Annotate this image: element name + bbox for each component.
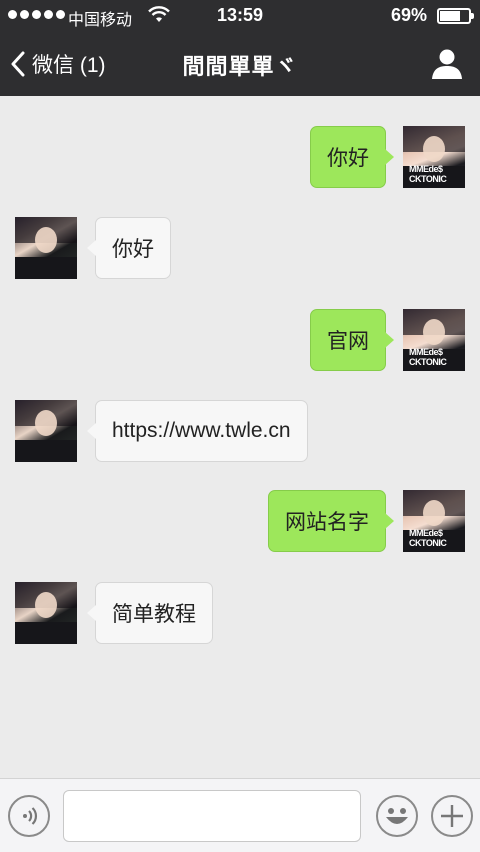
contact-avatar[interactable] xyxy=(15,582,77,644)
chat-area[interactable]: 你好 MMEde$ CKTONIC 你好 官网 MMEde$ CKTONIC h… xyxy=(0,96,480,778)
emoji-button[interactable] xyxy=(376,795,418,837)
contact-avatar[interactable] xyxy=(15,217,77,279)
contact-avatar[interactable] xyxy=(15,400,77,462)
my-avatar[interactable]: MMEde$ CKTONIC xyxy=(403,490,465,552)
message-bubble-outgoing[interactable]: 官网 xyxy=(310,309,394,371)
plus-button[interactable] xyxy=(431,795,473,837)
message-row: 网站名字 MMEde$ CKTONIC xyxy=(0,490,480,552)
chat-title: 間間單單ヾ xyxy=(182,54,298,79)
message-bubble-incoming[interactable]: 你好 xyxy=(87,217,171,279)
message-bubble-incoming[interactable]: https://www.twle.cn xyxy=(87,400,308,462)
message-bubble-incoming[interactable]: 简单教程 xyxy=(87,582,213,644)
message-row: 简单教程 xyxy=(0,582,480,644)
voice-button[interactable] xyxy=(8,795,50,837)
message-row: 你好 xyxy=(0,217,480,279)
status-bar: 中国移动 13:59 69% xyxy=(0,0,480,32)
emoji-icon xyxy=(386,808,408,824)
voice-icon xyxy=(23,807,37,825)
input-bar xyxy=(0,778,480,852)
message-bubble-outgoing[interactable]: 你好 xyxy=(310,126,394,188)
my-avatar[interactable]: MMEde$ CKTONIC xyxy=(403,126,465,188)
user-icon[interactable] xyxy=(430,48,464,80)
plus-icon xyxy=(441,805,463,827)
message-row: 你好 MMEde$ CKTONIC xyxy=(0,126,480,188)
my-avatar[interactable]: MMEde$ CKTONIC xyxy=(403,309,465,371)
message-row: https://www.twle.cn xyxy=(0,400,480,462)
message-bubble-outgoing[interactable]: 网站名字 xyxy=(268,490,394,552)
battery-icon xyxy=(437,8,474,24)
message-row: 官网 MMEde$ CKTONIC xyxy=(0,309,480,371)
battery-percent: 69% xyxy=(391,5,428,25)
nav-bar: 微信 (1) 間間單單ヾ xyxy=(0,32,480,96)
message-input[interactable] xyxy=(63,790,361,842)
